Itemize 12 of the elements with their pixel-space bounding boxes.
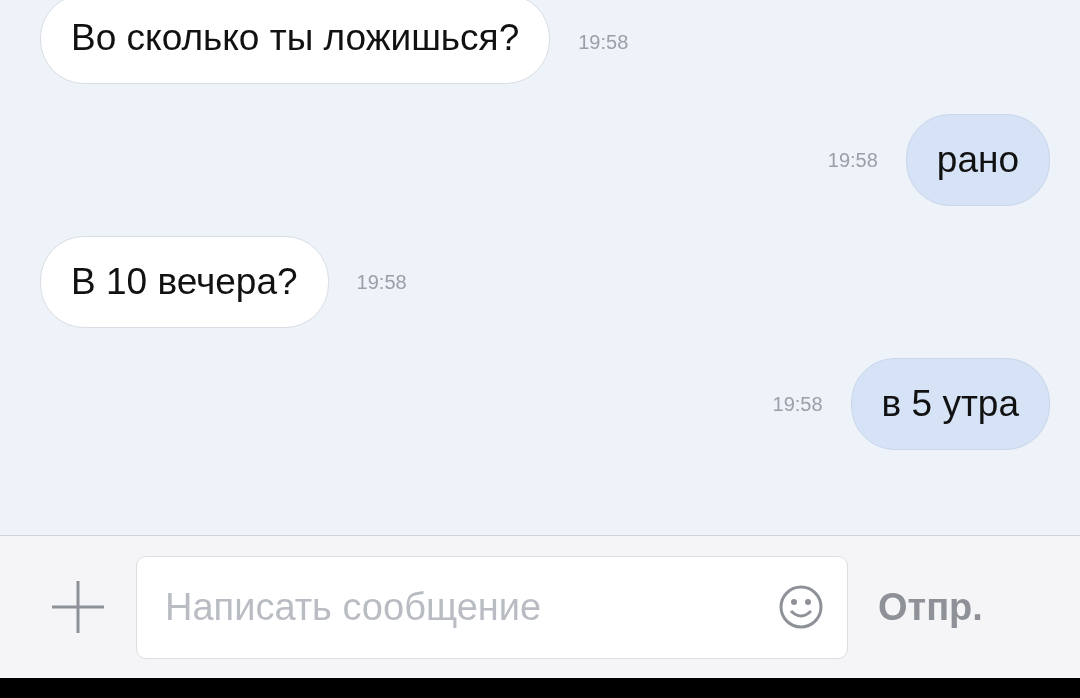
message-bubble: рано — [905, 114, 1050, 206]
message-time: 19:58 — [356, 270, 407, 294]
send-button[interactable]: Отпр. — [878, 585, 983, 629]
message-time: 19:58 — [827, 148, 878, 172]
message-bubble: В 10 вечера? — [40, 236, 329, 328]
message-time: 19:58 — [772, 392, 823, 416]
plus-icon[interactable] — [50, 579, 106, 635]
message-field[interactable]: Написать сообщение — [136, 555, 848, 659]
smiley-icon[interactable] — [778, 583, 824, 630]
message-bubble: Во сколько ты ложишься? — [40, 0, 551, 84]
message-bubble: в 5 утра — [850, 358, 1050, 450]
message-time: 19:58 — [578, 30, 629, 54]
